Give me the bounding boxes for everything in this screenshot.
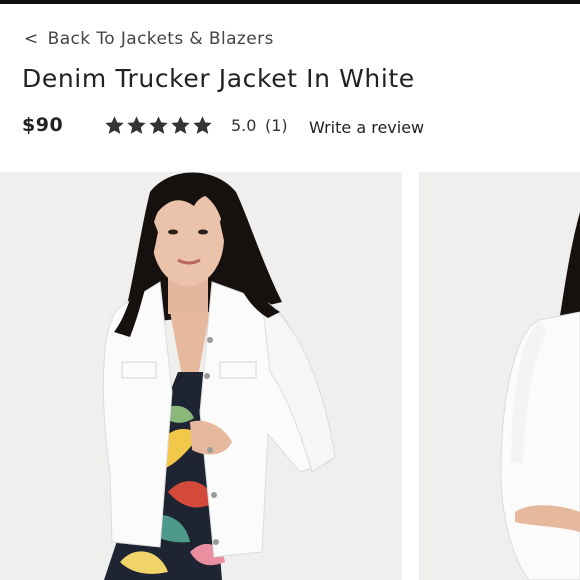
top-bar (0, 0, 580, 4)
rating-value: 5.0 (231, 116, 257, 135)
star-icon (193, 116, 212, 134)
back-link-label: Back To Jackets & Blazers (47, 29, 274, 49)
write-review-link[interactable]: Write a review (309, 118, 424, 137)
product-image-main[interactable] (0, 172, 402, 580)
star-icon (149, 116, 168, 134)
product-image-secondary[interactable] (419, 172, 580, 580)
chevron-left-icon: < (24, 29, 39, 49)
star-icon (127, 116, 146, 134)
review-count[interactable]: (1) (265, 116, 288, 135)
product-price: $90 (22, 114, 64, 136)
product-title: Denim Trucker Jacket In White (22, 64, 415, 93)
model-side-photo-icon (419, 172, 580, 580)
star-icon (171, 116, 190, 134)
back-to-category-link[interactable]: < Back To Jackets & Blazers (24, 29, 274, 49)
model-front-photo-icon (0, 172, 402, 580)
star-icon (105, 116, 124, 134)
star-rating[interactable] (104, 115, 213, 137)
